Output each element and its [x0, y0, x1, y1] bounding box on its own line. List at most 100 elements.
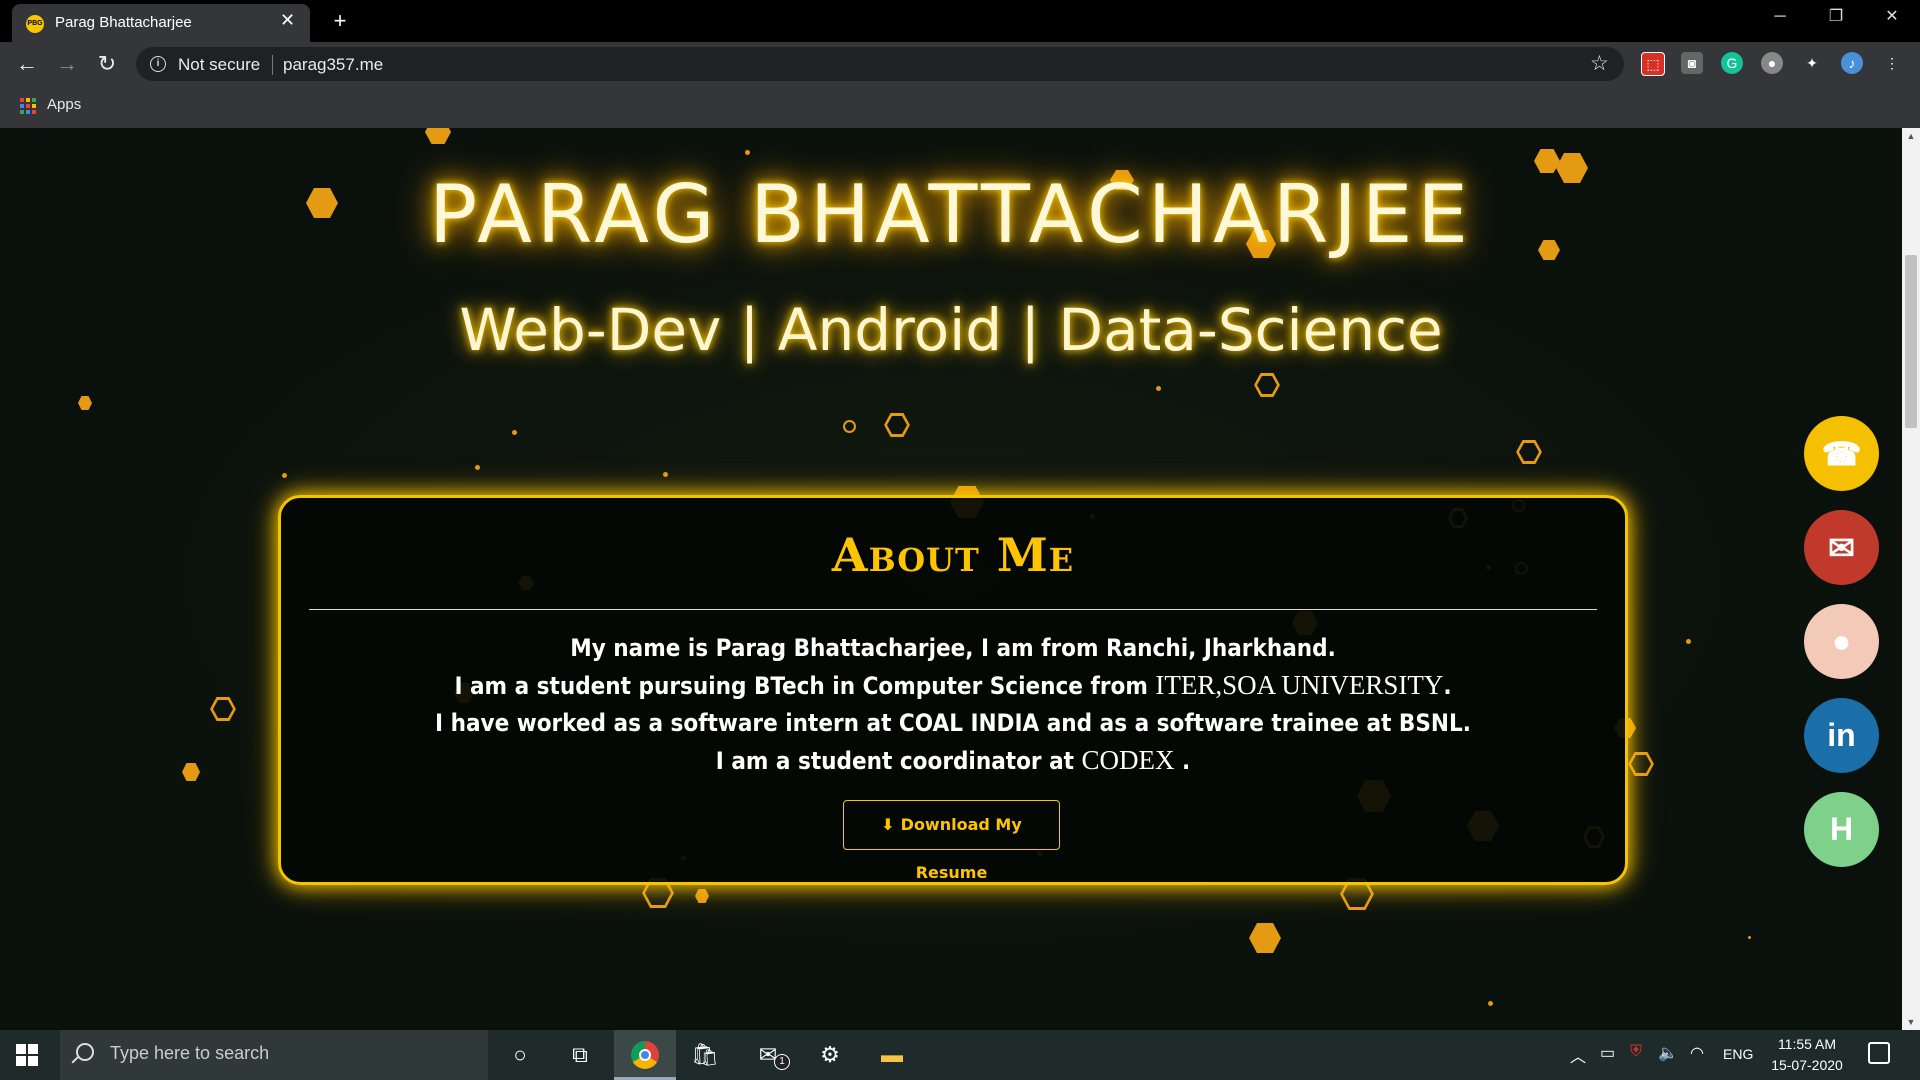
- back-arrow-icon[interactable]: ←: [13, 50, 41, 78]
- action-center-icon[interactable]: [1868, 1042, 1890, 1064]
- page-viewport: PARAG BHATTACHARJEE Web-Dev | Android | …: [0, 128, 1902, 1030]
- email-button[interactable]: ✉: [1804, 510, 1879, 585]
- hero-tagline: Web-Dev | Android | Data-Science: [459, 296, 1443, 364]
- hexagon-particle: [425, 128, 451, 144]
- cortana-circle-icon[interactable]: ○: [502, 1040, 538, 1070]
- scroll-thumb[interactable]: [1905, 255, 1917, 428]
- hexagon-particle: [884, 413, 910, 437]
- apps-bookmark[interactable]: Apps: [47, 96, 81, 113]
- hexagon-particle: [210, 697, 236, 721]
- about-body: My name is Parag Bhattacharjee, I am fro…: [281, 630, 1625, 780]
- pdf-extension-icon[interactable]: ⬚: [1641, 52, 1665, 76]
- scroll-down-arrow-icon[interactable]: ▼: [1902, 1014, 1920, 1030]
- particle-dot: [1748, 936, 1751, 939]
- particle-dot: [1686, 639, 1691, 644]
- bookmarks-bar: Apps: [0, 86, 1920, 129]
- envelope-icon: ✉: [1828, 529, 1855, 566]
- apps-grid-icon[interactable]: [20, 98, 36, 114]
- hexagon-particle: [1516, 440, 1542, 464]
- browser-menu-icon[interactable]: ⋮: [1881, 52, 1903, 74]
- address-separator: [272, 55, 273, 75]
- battery-icon[interactable]: ▭: [1600, 1043, 1615, 1063]
- hexagon-particle: [182, 763, 200, 781]
- about-line-4: I am a student coordinator at CODEX .: [281, 742, 1625, 780]
- about-line-2-text: I am a student pursuing BTech in Compute…: [454, 672, 1156, 700]
- hackerrank-button[interactable]: H: [1804, 792, 1879, 867]
- download-icon: ⬇: [881, 815, 895, 834]
- particle-dot: [745, 150, 750, 155]
- language-indicator[interactable]: ENG: [1723, 1046, 1753, 1062]
- record-extension-icon[interactable]: ●: [1761, 52, 1783, 74]
- taskbar-clock[interactable]: 11:55 AM 15-07-2020: [1762, 1034, 1852, 1076]
- clock-date: 15-07-2020: [1771, 1057, 1843, 1073]
- tray-chevron-up-icon[interactable]: ︿: [1570, 1043, 1586, 1067]
- clock-time: 11:55 AM: [1777, 1036, 1837, 1052]
- codex-link[interactable]: CODEX: [1082, 745, 1175, 775]
- particle-dot: [475, 465, 480, 470]
- minimize-icon[interactable]: ─: [1752, 0, 1808, 36]
- linkedin-button[interactable]: in: [1804, 698, 1879, 773]
- mcafee-shield-icon[interactable]: ⛨: [1630, 1043, 1642, 1061]
- mail-icon[interactable]: ✉ 1: [750, 1040, 790, 1070]
- windows-start-icon[interactable]: [16, 1044, 38, 1066]
- taskbar-search-box[interactable]: Type here to search: [60, 1030, 488, 1080]
- forward-arrow-icon[interactable]: →: [53, 50, 81, 78]
- tab-close-icon[interactable]: ✕: [280, 10, 295, 31]
- phone-button[interactable]: ☎: [1804, 416, 1879, 491]
- hackerrank-icon: H: [1829, 811, 1854, 847]
- particle-ring: [843, 420, 856, 433]
- windows-taskbar: Type here to search ○ ⧉ 🛍 ✉ 1 ⚙ ▬ ︿ ▭ ⛨ 🔈…: [0, 1030, 1920, 1080]
- hexagon-particle: [1249, 923, 1281, 953]
- file-explorer-folder-icon[interactable]: ▬: [874, 1040, 910, 1070]
- browser-toolbar: ← → ↻ i Not secure parag357.me ☆ ⬚ ◙ G ●…: [0, 42, 1920, 86]
- browser-tab-strip: PBG Parag Bhattacharjee ✕ + ─ ❐ ✕: [0, 0, 1920, 42]
- info-icon[interactable]: i: [150, 56, 166, 72]
- iter-soa-link[interactable]: ITER,SOA UNIVERSITY: [1155, 670, 1443, 700]
- wifi-icon[interactable]: ◠: [1690, 1043, 1704, 1063]
- store-bag-icon[interactable]: 🛍: [687, 1040, 723, 1070]
- task-view-icon[interactable]: ⧉: [562, 1040, 598, 1070]
- hexagon-particle: [1254, 373, 1280, 397]
- camera-extension-icon[interactable]: ◙: [1681, 52, 1703, 74]
- settings-gear-icon[interactable]: ⚙: [812, 1040, 848, 1070]
- chrome-icon: [631, 1041, 659, 1069]
- security-label[interactable]: Not secure: [178, 55, 260, 75]
- search-icon: [76, 1043, 94, 1061]
- about-line-4-end: .: [1174, 747, 1191, 775]
- bookmark-star-icon[interactable]: ☆: [1590, 51, 1609, 76]
- site-favicon-icon: PBG: [26, 15, 44, 33]
- about-divider: [309, 609, 1597, 610]
- close-window-icon[interactable]: ✕: [1864, 0, 1920, 36]
- about-line-1: My name is Parag Bhattacharjee, I am fro…: [570, 634, 1336, 662]
- tab-parag-bhattacharjee[interactable]: PBG Parag Bhattacharjee ✕: [12, 4, 310, 42]
- particle-dot: [282, 473, 287, 478]
- grammarly-extension-icon[interactable]: G: [1721, 52, 1743, 74]
- address-bar[interactable]: i Not secure parag357.me ☆: [136, 47, 1624, 81]
- reload-icon[interactable]: ↻: [93, 50, 121, 78]
- extensions-puzzle-icon[interactable]: ✦: [1801, 52, 1823, 74]
- hexagon-particle: [1628, 752, 1654, 776]
- github-icon: ●: [1831, 623, 1852, 659]
- mail-badge: 1: [774, 1054, 790, 1070]
- linkedin-icon: in: [1827, 717, 1856, 753]
- about-title: About Me: [831, 528, 1075, 582]
- about-line-2-end: .: [1443, 672, 1452, 700]
- download-resume-label: Download My Resume: [900, 815, 1022, 882]
- download-resume-button[interactable]: ⬇ Download My Resume: [843, 800, 1060, 882]
- hexagon-particle: [695, 889, 709, 903]
- profile-avatar[interactable]: ♪: [1841, 52, 1863, 74]
- url-text[interactable]: parag357.me: [283, 55, 383, 75]
- scroll-up-arrow-icon[interactable]: ▲: [1902, 128, 1920, 144]
- taskbar-search-placeholder: Type here to search: [110, 1043, 270, 1063]
- page-scrollbar[interactable]: ▲ ▼: [1902, 128, 1920, 1030]
- new-tab-button[interactable]: +: [326, 8, 354, 34]
- about-line-3: I have worked as a software intern at CO…: [435, 709, 1471, 737]
- particle-dot: [512, 430, 517, 435]
- particle-dot: [1156, 386, 1161, 391]
- about-line-4-text: I am a student coordinator at: [715, 747, 1082, 775]
- restore-icon[interactable]: ❐: [1808, 0, 1864, 36]
- volume-icon[interactable]: 🔈: [1658, 1043, 1678, 1063]
- taskbar-chrome-app[interactable]: [614, 1030, 676, 1080]
- tab-title: Parag Bhattacharjee: [55, 14, 192, 31]
- github-button[interactable]: ●: [1804, 604, 1879, 679]
